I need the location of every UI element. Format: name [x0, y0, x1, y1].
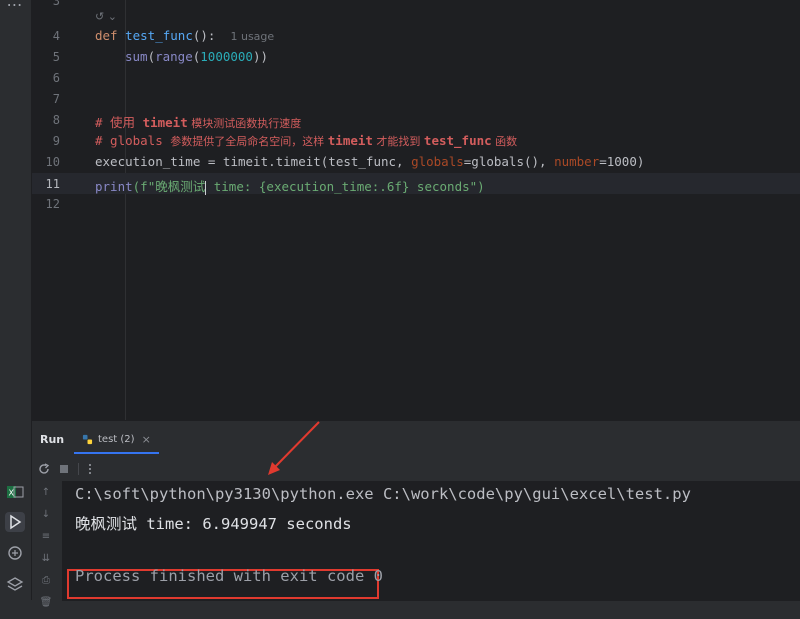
annotation-arrow	[268, 421, 320, 475]
fold-hint[interactable]: ↺ ⌄	[95, 10, 117, 23]
line-number: 8	[52, 113, 60, 127]
run-config-tab[interactable]: test (2) ×	[74, 426, 159, 454]
python-icon	[82, 434, 93, 444]
close-tab-icon[interactable]: ×	[142, 433, 151, 446]
line-number: 6	[52, 71, 60, 85]
print-icon[interactable]: ⎙	[36, 575, 56, 589]
code-token: =1000)	[599, 154, 645, 169]
comment: 函数	[491, 135, 518, 148]
console-output[interactable]: C:\soft\python\py3130\python.exe C:\work…	[62, 481, 800, 601]
line-number: 4	[52, 29, 60, 43]
run-tab-label: test (2)	[98, 433, 135, 445]
console-exit-line: Process finished with exit code 0	[75, 567, 383, 585]
excel-icon[interactable]: X	[5, 482, 25, 502]
keyword: def	[95, 28, 126, 43]
string-literal: time: {execution_time:.6f} seconds")	[206, 179, 485, 194]
line-number: 5	[52, 50, 60, 64]
keyword-argument: globals	[411, 154, 464, 169]
toolbar-separator	[78, 463, 79, 475]
line-number: 9	[52, 134, 60, 148]
comment: test_func	[423, 133, 492, 148]
comment: timeit	[327, 133, 373, 148]
usage-hint[interactable]: 1 usage	[230, 30, 274, 43]
code-token: =globals(),	[463, 154, 555, 169]
stop-icon[interactable]	[58, 463, 70, 475]
line-number: 3	[52, 0, 60, 8]
comment: 模块测试函数执行速度	[187, 117, 302, 130]
run-panel-title: Run	[40, 433, 65, 446]
scroll-to-end-icon[interactable]: ⇊	[36, 553, 56, 567]
arrow-down-icon[interactable]: ↓	[36, 509, 56, 523]
number-literal: 1000000	[200, 49, 253, 64]
comment: 才能找到	[372, 135, 424, 148]
string-literal: (f"晚枫测试	[132, 179, 206, 194]
comment: timeit	[142, 115, 188, 130]
code-editor[interactable]: 3 ↺ ⌄ 4 def test_func(): 1 usage 5 sum(r…	[32, 0, 800, 420]
code-line-5[interactable]: sum(range(1000000))	[125, 49, 268, 64]
code-token: execution_time = timeit.timeit(test_func…	[95, 154, 412, 169]
builtin: range	[155, 49, 193, 64]
line-number: 11	[45, 177, 60, 191]
code-line-11[interactable]: print(f"晚枫测试 time: {execution_time:.6f} …	[95, 176, 485, 195]
code-token: (	[147, 49, 156, 64]
function-name: test_func	[125, 28, 193, 43]
run-icon[interactable]	[5, 512, 25, 532]
svg-text:X: X	[9, 489, 15, 498]
code-token: ))	[252, 49, 269, 64]
more-icon[interactable]: ⋯	[5, 0, 25, 14]
run-tool-window: Run test (2) × ↑ ↓ ≡ ⇊ ⎙ 🗑 C:\soft\pytho…	[32, 420, 800, 608]
keyword-argument: number	[554, 154, 600, 169]
code-token: ():	[192, 28, 216, 43]
builtin: sum	[125, 49, 148, 64]
code-line-9[interactable]: # globals 参数提供了全局命名空间，这样 timeit 才能找到 tes…	[95, 133, 517, 149]
arrow-up-icon[interactable]: ↑	[36, 487, 56, 501]
console-command-line: C:\soft\python\py3130\python.exe C:\work…	[75, 485, 691, 503]
line-number: 10	[45, 155, 60, 169]
comment: # 使用	[95, 115, 143, 130]
console-output-line: 晚枫测试 time: 6.949947 seconds	[75, 515, 352, 533]
services-icon[interactable]	[5, 543, 25, 563]
code-line-10[interactable]: execution_time = timeit.timeit(test_func…	[95, 154, 644, 169]
trash-icon[interactable]: 🗑	[36, 597, 56, 611]
line-number: 12	[45, 197, 60, 211]
line-number: 7	[52, 92, 60, 106]
run-toolbar	[38, 461, 93, 477]
console-side-toolbar: ↑ ↓ ≡ ⇊ ⎙ 🗑	[36, 487, 56, 619]
comment: 参数提供了全局命名空间，这样	[170, 135, 328, 148]
rerun-icon[interactable]	[38, 463, 50, 475]
soft-wrap-icon[interactable]: ≡	[36, 531, 56, 545]
code-line-4[interactable]: def test_func(): 1 usage	[95, 28, 274, 43]
layers-icon[interactable]	[5, 574, 25, 594]
more-options-icon[interactable]	[87, 463, 93, 475]
activity-bar: ⋯ X	[0, 0, 32, 600]
comment: # globals	[95, 133, 171, 148]
builtin: print	[95, 179, 133, 194]
code-line-8[interactable]: # 使用 timeit 模块测试函数执行速度	[95, 112, 301, 131]
